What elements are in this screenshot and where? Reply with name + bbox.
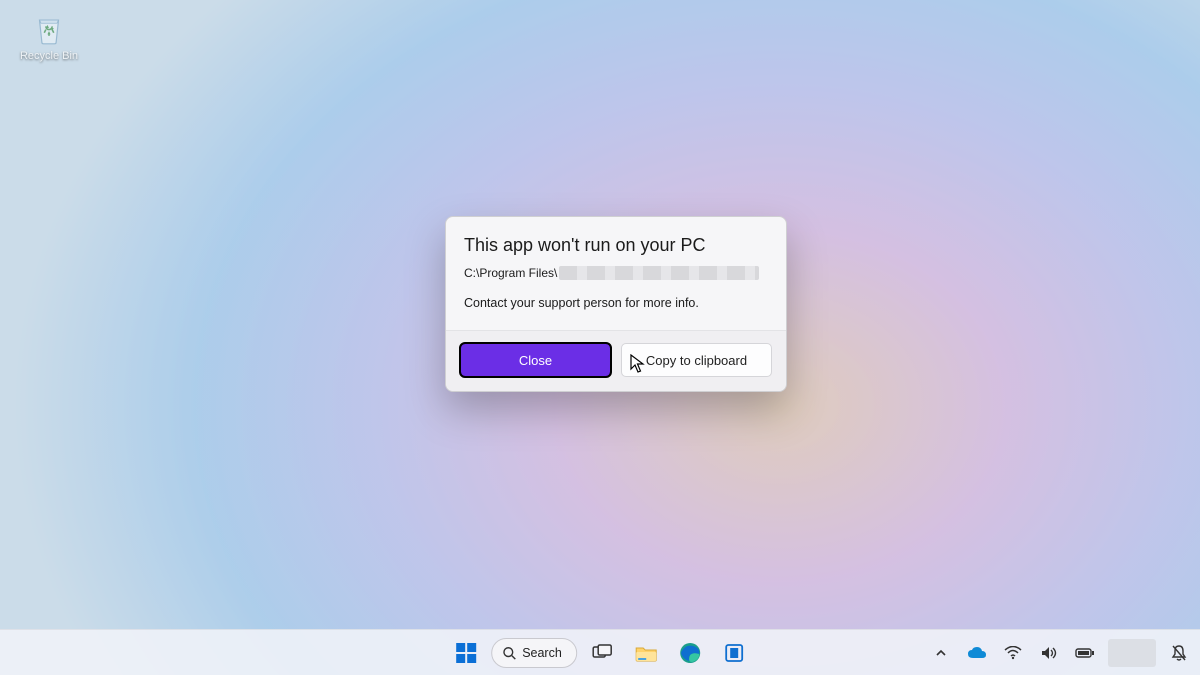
pinned-app-button[interactable] xyxy=(715,634,753,672)
app-icon xyxy=(724,643,744,663)
chevron-up-icon xyxy=(935,647,947,659)
dialog-body: This app won't run on your PC C:\Program… xyxy=(446,217,786,330)
taskbar-search[interactable]: Search xyxy=(491,638,577,668)
onedrive-tray-icon[interactable] xyxy=(964,638,990,668)
dialog-actions: Close Copy to clipboard xyxy=(446,331,786,391)
task-view-icon xyxy=(592,644,612,662)
recycle-bin-icon xyxy=(29,8,69,48)
desktop-icon-recycle-bin[interactable]: Recycle Bin xyxy=(14,8,84,62)
dialog-path-redacted xyxy=(559,266,759,280)
file-explorer-button[interactable] xyxy=(627,634,665,672)
folder-icon xyxy=(634,643,658,663)
battery-icon xyxy=(1075,647,1095,659)
copy-to-clipboard-button[interactable]: Copy to clipboard xyxy=(621,343,772,377)
task-view-button[interactable] xyxy=(583,634,621,672)
volume-tray-icon[interactable] xyxy=(1036,638,1062,668)
wifi-icon xyxy=(1004,646,1022,660)
close-button[interactable]: Close xyxy=(460,343,611,377)
error-dialog: This app won't run on your PC C:\Program… xyxy=(445,216,787,392)
recycle-bin-label: Recycle Bin xyxy=(14,50,84,62)
wifi-tray-icon[interactable] xyxy=(1000,638,1026,668)
battery-tray-icon[interactable] xyxy=(1072,638,1098,668)
taskbar-search-label: Search xyxy=(522,646,562,660)
dialog-title: This app won't run on your PC xyxy=(464,235,768,256)
copy-button-label: Copy to clipboard xyxy=(646,353,747,368)
search-icon xyxy=(502,646,516,660)
system-tray xyxy=(928,638,1192,668)
speaker-icon xyxy=(1040,645,1058,661)
tray-overflow-button[interactable] xyxy=(928,638,954,668)
edge-browser-button[interactable] xyxy=(671,634,709,672)
notifications-button[interactable] xyxy=(1166,638,1192,668)
clock-area-redacted[interactable] xyxy=(1108,639,1156,667)
dialog-path-prefix: C:\Program Files\ xyxy=(464,266,557,280)
cloud-icon xyxy=(967,646,987,660)
dialog-path: C:\Program Files\ xyxy=(464,266,768,280)
bell-icon xyxy=(1171,644,1187,662)
windows-logo-icon xyxy=(455,642,477,664)
start-button[interactable] xyxy=(447,634,485,672)
taskbar: Search xyxy=(0,629,1200,675)
close-button-label: Close xyxy=(519,353,552,368)
edge-icon xyxy=(679,642,701,664)
dialog-message: Contact your support person for more inf… xyxy=(464,296,768,310)
taskbar-center: Search xyxy=(447,634,753,672)
desktop: Recycle Bin This app won't run on your P… xyxy=(0,0,1200,675)
